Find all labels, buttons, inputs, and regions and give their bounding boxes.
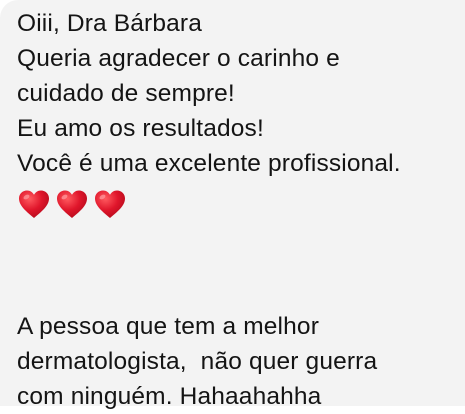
message-line: dermatologista, não quer guerra [17, 348, 378, 375]
hearts-row [17, 187, 455, 221]
message-line: A pessoa que tem a melhor [17, 313, 320, 340]
message-line: Queria agradecer o carinho e [17, 45, 340, 72]
message-line: Eu amo os resultados! [17, 115, 264, 142]
message-bubble: Oiii, Dra Bárbara Queria agradecer o car… [0, 0, 465, 410]
message-line: Oiii, Dra Bárbara [17, 10, 202, 37]
message-line: com ninguém. Hahaahahha [17, 383, 322, 410]
message-line: cuidado de sempre! [17, 80, 235, 107]
red-heart-icon [95, 190, 125, 218]
message-line: Você é uma excelente profissional. [17, 150, 401, 177]
red-heart-icon [57, 190, 87, 218]
red-heart-icon [19, 190, 49, 218]
